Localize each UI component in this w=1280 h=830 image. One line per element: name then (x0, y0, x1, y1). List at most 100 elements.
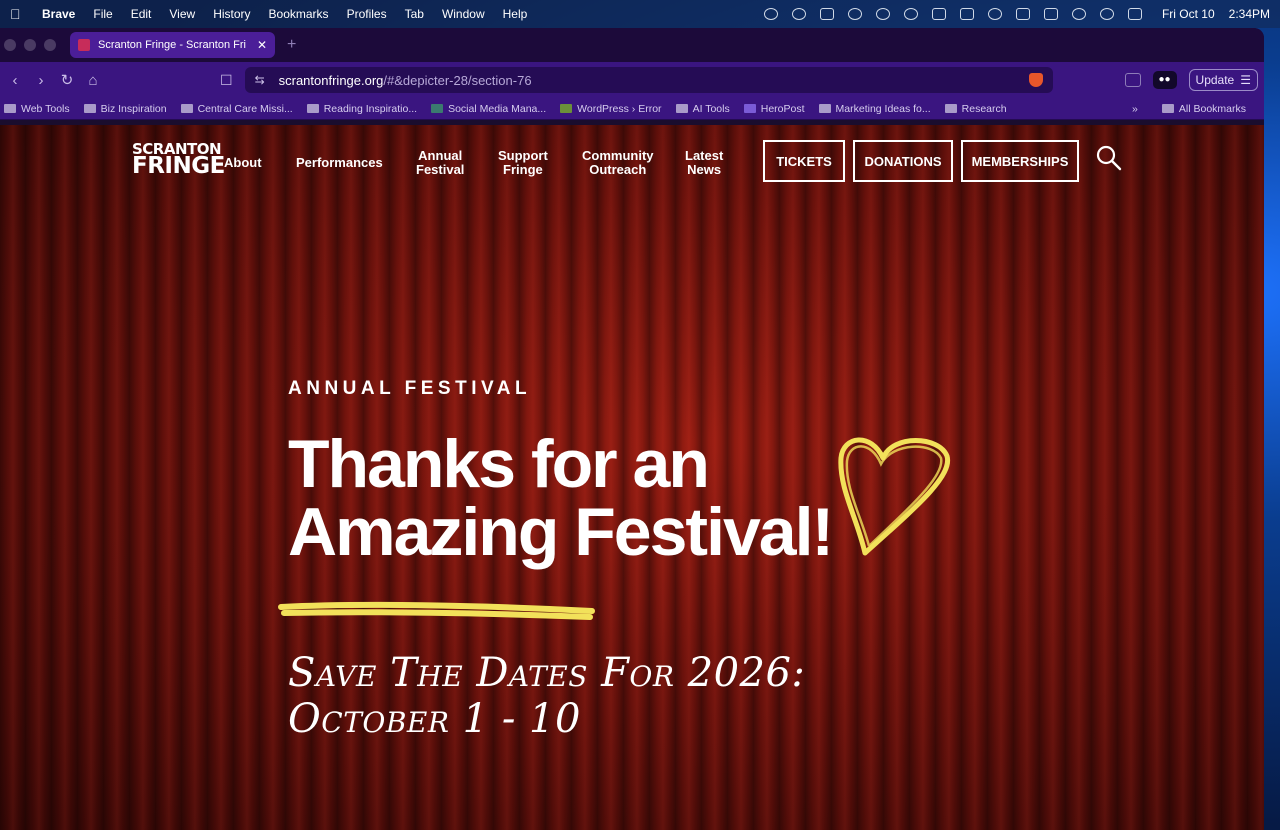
update-button[interactable]: Update ☰ (1188, 69, 1258, 91)
menu-history[interactable]: History (213, 7, 250, 21)
nav-label-line2: Festival (416, 162, 465, 177)
bookmark-item[interactable]: Research (944, 102, 1007, 115)
bookmark-item[interactable]: AI Tools (675, 102, 730, 115)
nav-about[interactable]: About (224, 156, 262, 170)
home-icon[interactable]: ⌂ (84, 72, 102, 89)
bookmark-page-icon[interactable]: ☐ (220, 72, 233, 89)
minimize-window-button[interactable] (24, 39, 36, 51)
close-window-button[interactable] (4, 39, 16, 51)
hero-title: Thanks for an Amazing Festival! (288, 430, 834, 566)
heropost-favicon-icon (743, 104, 756, 113)
nav-community-outreach[interactable]: Community Outreach (582, 149, 654, 177)
user-avatar-icon[interactable] (1099, 8, 1114, 20)
url-path: /#&depicter-28/section-76 (383, 72, 532, 88)
more-bookmarks-button[interactable]: » (1132, 103, 1138, 115)
url-host: scrantonfringe.org (278, 72, 384, 88)
bookmark-item[interactable]: Web Tools (4, 103, 70, 115)
forward-icon[interactable]: › (32, 72, 50, 89)
tab-close-icon[interactable]: ✕ (257, 38, 267, 52)
bookmarks-bar: Web Tools Biz Inspiration Central Care M… (0, 98, 1264, 120)
bookmark-item[interactable]: WordPress › Error (560, 103, 662, 115)
app-status-icon[interactable] (791, 8, 806, 20)
bookmark-label: HeroPost (760, 102, 805, 115)
clock-date[interactable]: Fri Oct 10 (1162, 7, 1215, 21)
bookmark-item[interactable]: HeroPost (743, 102, 805, 115)
app-menu[interactable]: Brave (42, 7, 75, 21)
bookmark-item[interactable]: Biz Inspiration (83, 102, 167, 115)
search-icon[interactable] (1096, 145, 1122, 176)
bluetooth-icon[interactable] (987, 8, 1002, 20)
menu-bookmarks[interactable]: Bookmarks (269, 7, 329, 21)
save-dates-line-2: October 1 - 10 (288, 696, 581, 742)
one-password-icon[interactable] (847, 8, 862, 20)
window-controls (4, 39, 56, 51)
status-area: Fri Oct 10 2:34PM (763, 7, 1270, 21)
screen-status-icon[interactable] (819, 8, 834, 20)
bookmark-label: Research (961, 102, 1007, 115)
bookmark-label: Biz Inspiration (100, 102, 167, 115)
menu-window[interactable]: Window (442, 7, 485, 21)
menu-tab[interactable]: Tab (405, 7, 424, 21)
social-favicon-icon (431, 104, 444, 113)
battery-icon[interactable] (1043, 8, 1058, 20)
donations-button[interactable]: DONATIONS (853, 140, 953, 182)
back-icon[interactable]: ‹ (6, 72, 24, 89)
folder-icon (306, 104, 319, 113)
site-settings-icon[interactable]: ⇆ (255, 73, 265, 87)
new-tab-button[interactable]: + (287, 36, 296, 54)
bookmark-item[interactable]: Reading Inspiratio... (306, 103, 417, 115)
folder-icon (4, 104, 16, 113)
menu-profiles[interactable]: Profiles (347, 7, 387, 21)
menu-edit[interactable]: Edit (131, 7, 152, 21)
chevron-status-icon[interactable] (763, 8, 778, 20)
bookmark-item[interactable]: Central Care Missi... (180, 103, 293, 115)
save-the-dates: Save The Dates For 2026: October 1 - 10 (288, 650, 805, 742)
menu-view[interactable]: View (169, 7, 195, 21)
folder-icon (83, 104, 96, 113)
battery-app-icon[interactable] (931, 8, 946, 20)
folder-icon (818, 104, 831, 113)
reload-icon[interactable]: ↻ (58, 71, 76, 89)
toolbar-right: ●● Update ☰ (1124, 69, 1258, 91)
site-logo[interactable]: SCRANTON FRINGE (132, 141, 225, 180)
bookmark-label: AI Tools (692, 102, 730, 115)
menu-file[interactable]: File (93, 7, 112, 21)
tab-active[interactable]: Scranton Fringe - Scranton Fri ✕ (70, 32, 275, 58)
address-bar[interactable]: ⇆ scrantonfringe.org /#&depicter-28/sect… (244, 67, 1053, 93)
brave-shields-icon[interactable] (1028, 73, 1043, 87)
nav-latest-news[interactable]: Latest News (685, 149, 723, 177)
memberships-button[interactable]: MEMBERSHIPS (961, 140, 1079, 182)
profile-icon[interactable]: ●● (1152, 71, 1177, 89)
nav-label-line2: News (687, 162, 722, 177)
hero-eyebrow: ANNUAL FESTIVAL (288, 378, 532, 399)
nav-performances[interactable]: Performances (296, 156, 383, 170)
underline-swash-decoration (278, 601, 595, 620)
folder-icon (675, 104, 688, 113)
clock-time[interactable]: 2:34PM (1229, 7, 1270, 21)
logo-line-2: FRINGE (132, 153, 225, 180)
wifi-icon[interactable] (1071, 8, 1086, 20)
nav-label-line1: Annual (418, 148, 463, 163)
nav-support-fringe[interactable]: Support Fringe (498, 149, 548, 177)
macos-menubar:  Brave File Edit View History Bookmarks… (0, 0, 1280, 28)
menu-help[interactable]: Help (503, 7, 528, 21)
brightness-icon[interactable] (903, 8, 918, 20)
zoom-window-button[interactable] (44, 39, 56, 51)
tickets-button[interactable]: TICKETS (763, 140, 845, 182)
bookmark-label: Social Media Mana... (448, 102, 547, 115)
folder-icon (180, 104, 193, 113)
extension-icon[interactable] (1124, 73, 1141, 87)
heart-doodle-icon (838, 437, 951, 556)
browser-window: Scranton Fringe - Scranton Fri ✕ + ‹ › ↻… (0, 28, 1264, 830)
all-bookmarks-button[interactable]: All Bookmarks (1161, 103, 1246, 115)
grammarly-icon[interactable] (875, 8, 890, 20)
bookmark-item[interactable]: Social Media Mana... (431, 103, 546, 115)
apple-icon[interactable]:  (10, 7, 24, 21)
volume-icon[interactable] (1015, 8, 1030, 20)
display-icon[interactable] (959, 8, 974, 20)
nav-label-line1: Support (498, 148, 548, 163)
nav-annual-festival[interactable]: Annual Festival (416, 149, 464, 177)
control-center-icon[interactable] (1127, 8, 1142, 20)
nav-label-line2: Outreach (589, 162, 647, 177)
bookmark-item[interactable]: Marketing Ideas fo... (818, 103, 931, 115)
